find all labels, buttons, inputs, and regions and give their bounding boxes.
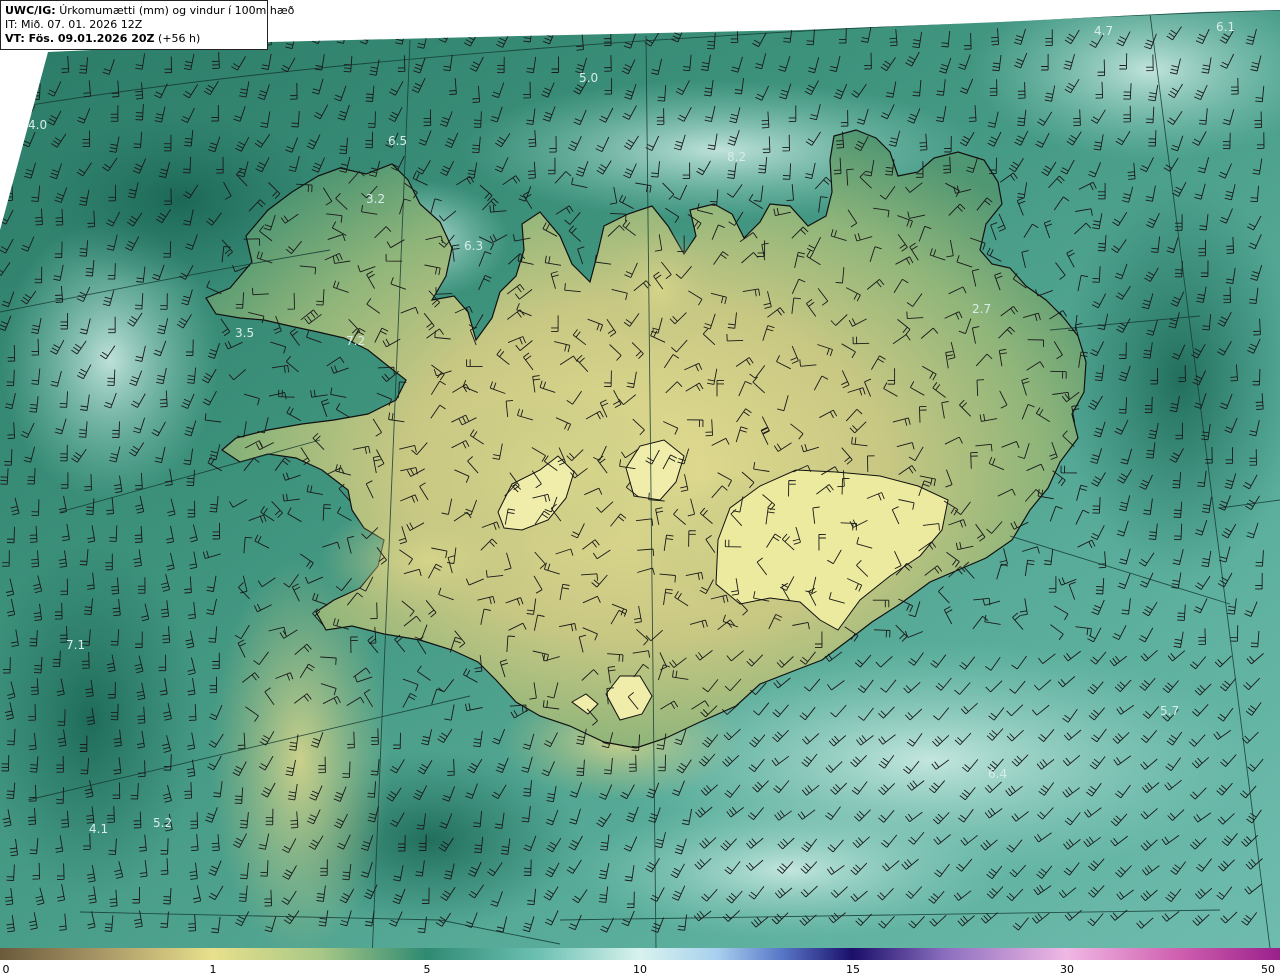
value-label: 7.1 — [66, 638, 85, 652]
value-label: 4.7 — [1094, 24, 1113, 38]
value-label: 6.1 — [1216, 20, 1235, 34]
value-label: 6.4 — [988, 767, 1007, 781]
value-label: 4.0 — [28, 118, 47, 132]
highland-patch — [600, 230, 720, 350]
field-label: Úrkomumætti (mm) og vindur í 100m hæð — [59, 4, 295, 17]
value-label: 4.1 — [89, 822, 108, 836]
value-label: 7.2 — [346, 334, 365, 348]
colorbar-tick: 30 — [1060, 963, 1074, 976]
colorbar-tick: 0 — [2, 963, 10, 976]
colorbar-tick: 50 — [1261, 963, 1275, 976]
lead-time: (+56 h) — [158, 32, 201, 45]
value-label: 3.2 — [366, 192, 385, 206]
title-row: UWC/IG: Úrkomumætti (mm) og vindur í 100… — [5, 4, 294, 18]
value-label: 8.2 — [727, 150, 746, 164]
colorbar-tick: 15 — [846, 963, 860, 976]
colorbar-gradient — [0, 948, 1280, 960]
forecast-map: 4.7 6.1 5.0 4.0 6.5 8.2 3.2 6.3 2.7 3.5 … — [0, 0, 1280, 948]
colorbar-tick: 10 — [633, 963, 647, 976]
colorbar — [0, 948, 1280, 960]
colorbar-ticks: 0 1 5 10 15 30 50 — [0, 960, 1280, 978]
map-info-box: UWC/IG: Úrkomumætti (mm) og vindur í 100… — [0, 0, 294, 50]
value-label: 5.0 — [579, 71, 598, 85]
value-label: 5.7 — [1160, 704, 1179, 718]
initial-time: IT: Mið. 07. 01. 2026 12Z — [5, 18, 143, 31]
value-label: 2.7 — [972, 302, 991, 316]
value-label: 6.5 — [388, 134, 407, 148]
valid-time: VT: Fös. 09.01.2026 20Z — [5, 32, 155, 45]
colorbar-tick: 1 — [209, 963, 217, 976]
product-label: UWC/IG: — [5, 4, 56, 17]
value-label: 5.2 — [153, 816, 172, 830]
valid-time-row: VT: Fös. 09.01.2026 20Z (+56 h) — [5, 32, 263, 46]
value-label: 3.5 — [235, 326, 254, 340]
map-figure: 4.7 6.1 5.0 4.0 6.5 8.2 3.2 6.3 2.7 3.5 … — [0, 0, 1280, 978]
value-label: 6.3 — [464, 239, 483, 253]
colorbar-tick: 5 — [423, 963, 431, 976]
